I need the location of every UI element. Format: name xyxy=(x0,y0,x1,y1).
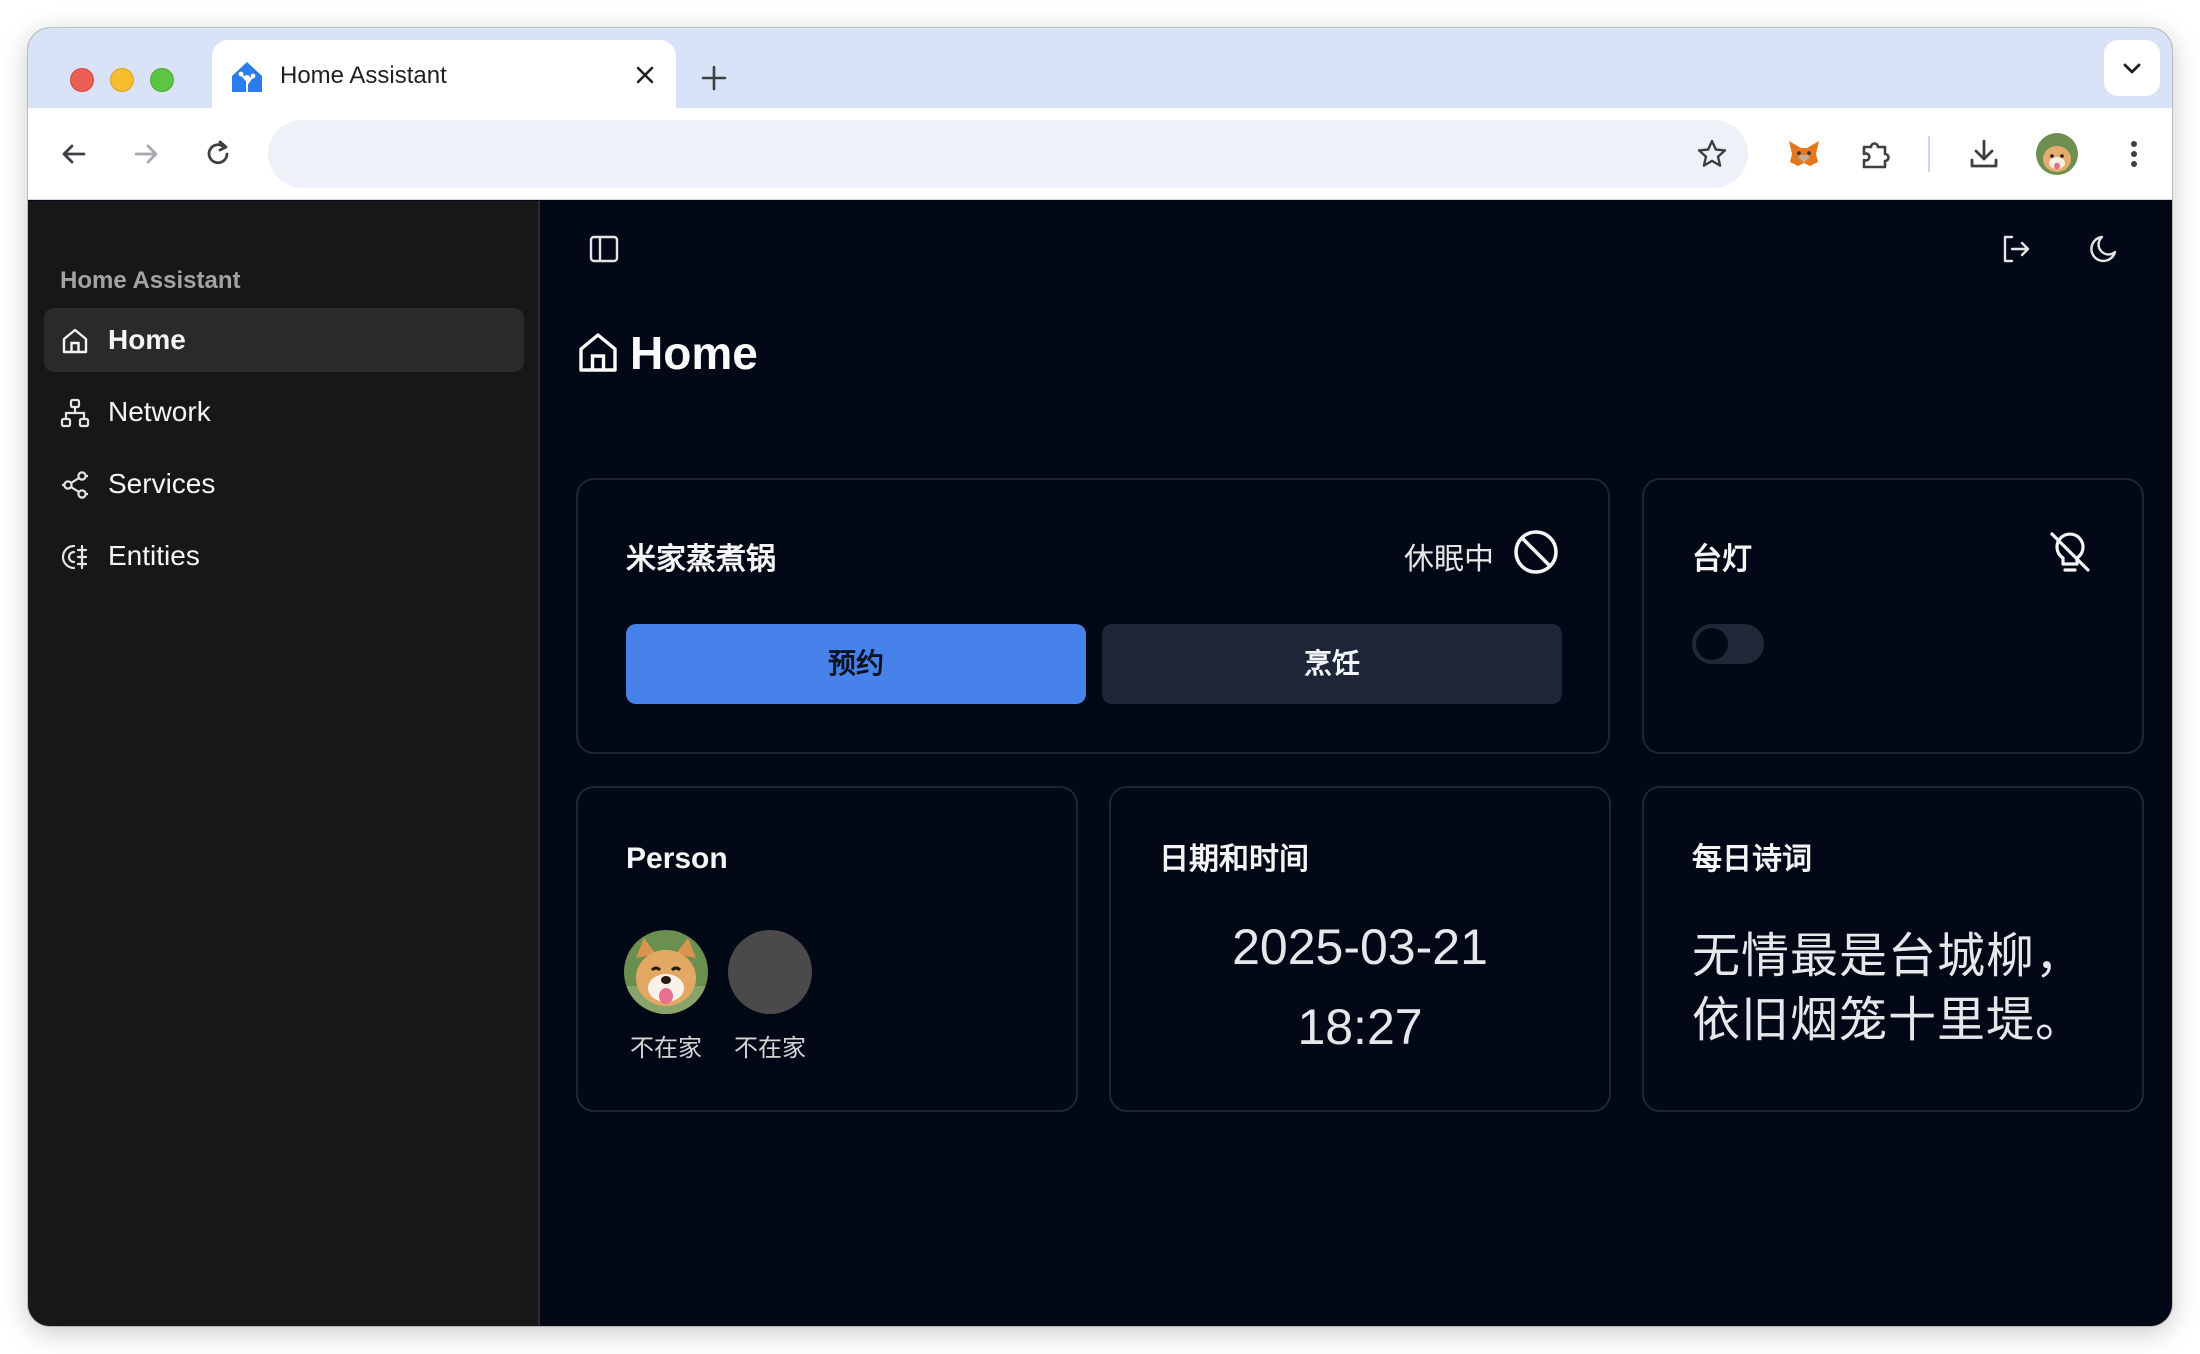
services-icon xyxy=(62,471,88,499)
sidebar-item-home[interactable]: Home xyxy=(44,308,524,372)
cook-button[interactable]: 烹饪 xyxy=(1102,624,1562,704)
dark-mode-moon-icon[interactable] xyxy=(2086,231,2122,267)
minimize-window-button[interactable] xyxy=(110,68,134,92)
dog-avatar-icon xyxy=(2036,133,2078,175)
download-icon[interactable] xyxy=(1966,136,2002,172)
datetime-card-title: 日期和时间 xyxy=(1159,843,1309,876)
toggle-knob xyxy=(1696,628,1728,660)
profile-avatar[interactable] xyxy=(2036,133,2078,175)
schedule-button[interactable]: 预约 xyxy=(626,624,1086,704)
person-item[interactable]: 不在家 xyxy=(616,930,716,1063)
date-display: 2025-03-21 xyxy=(1232,919,1488,975)
person-status: 不在家 xyxy=(630,1035,702,1062)
close-window-button[interactable] xyxy=(70,68,94,92)
back-icon[interactable] xyxy=(58,138,90,170)
lamp-card: 台灯 xyxy=(1642,478,2144,754)
metamask-fox-icon[interactable] xyxy=(1786,136,1822,172)
network-icon xyxy=(60,398,90,428)
sidebar-item-label: Network xyxy=(108,396,211,427)
ban-icon xyxy=(1514,530,1558,574)
person-avatar-placeholder xyxy=(728,930,812,1014)
chevron-down-icon xyxy=(2123,63,2141,74)
new-tab-icon[interactable] xyxy=(700,64,728,92)
maximize-window-button[interactable] xyxy=(150,68,174,92)
page-title: Home xyxy=(630,327,758,379)
person-card-title: Person xyxy=(626,842,728,875)
poem-line-2: 依旧烟笼十里堤。 xyxy=(1692,994,2085,1047)
cooker-card: 米家蒸煮锅 休眠中 预约 烹饪 xyxy=(576,478,1610,754)
sidebar: Home Assistant Home Network Services Ent… xyxy=(28,201,540,1326)
tab-search-button[interactable] xyxy=(2104,40,2160,96)
forward-icon[interactable] xyxy=(130,138,162,170)
sidebar-item-entities[interactable]: Entities xyxy=(44,524,524,588)
poem-card-title: 每日诗词 xyxy=(1692,843,1812,876)
sidebar-item-network[interactable]: Network xyxy=(44,380,524,444)
home-icon xyxy=(579,333,617,372)
close-tab-icon[interactable] xyxy=(634,64,656,86)
sidebar-item-label: Entities xyxy=(108,540,200,571)
poem-line-1: 无情最是台城柳， xyxy=(1692,930,2085,983)
toggle-sidebar-icon[interactable] xyxy=(586,231,622,267)
datetime-card: 日期和时间 2025-03-21 18:27 xyxy=(1109,786,1611,1112)
person-avatar xyxy=(624,930,708,1014)
home-icon xyxy=(62,328,88,354)
sidebar-item-label: Home xyxy=(108,324,186,355)
tab-strip: Home Assistant xyxy=(28,28,2172,108)
lightbulb-off-icon xyxy=(2050,532,2090,572)
lamp-toggle-switch[interactable] xyxy=(1692,624,1764,664)
person-item[interactable]: 不在家 xyxy=(720,930,820,1063)
poem-card: 每日诗词 无情最是台城柳， 依旧烟笼十里堤。 xyxy=(1642,786,2144,1112)
bookmark-star-icon[interactable] xyxy=(1696,138,1728,170)
sidebar-item-label: Services xyxy=(108,468,216,499)
sidebar-title: Home Assistant xyxy=(60,267,241,294)
browser-tab[interactable]: Home Assistant xyxy=(212,40,676,108)
toolbar-divider xyxy=(1928,136,1930,172)
entities-icon xyxy=(61,544,88,570)
dog-avatar-icon xyxy=(624,930,708,1014)
reload-icon[interactable] xyxy=(202,138,234,170)
browser-toolbar xyxy=(28,108,2172,200)
time-display: 18:27 xyxy=(1297,999,1423,1055)
browser-menu-icon[interactable] xyxy=(2128,138,2140,170)
lamp-card-title: 台灯 xyxy=(1692,543,1752,576)
address-bar[interactable] xyxy=(268,120,1748,188)
home-assistant-app: Home Assistant Home Network Services Ent… xyxy=(28,201,2172,1326)
logout-icon[interactable] xyxy=(1998,231,2034,267)
main-content: Home 米家蒸煮锅 休眠中 预约 烹饪 台灯 Person 不在家 不在家 日… xyxy=(542,201,2172,1326)
tab-title: Home Assistant xyxy=(280,62,447,89)
home-assistant-favicon-icon xyxy=(232,62,262,92)
extensions-puzzle-icon[interactable] xyxy=(1858,136,1894,172)
cooker-card-title: 米家蒸煮锅 xyxy=(626,543,776,576)
person-status: 不在家 xyxy=(734,1035,806,1062)
person-card: Person 不在家 不在家 xyxy=(576,786,1078,1112)
cooker-status: 休眠中 xyxy=(1404,543,1494,576)
sidebar-item-services[interactable]: Services xyxy=(44,452,524,516)
browser-window: Home Assistant Home Assistant Home Netwo… xyxy=(28,28,2172,1326)
